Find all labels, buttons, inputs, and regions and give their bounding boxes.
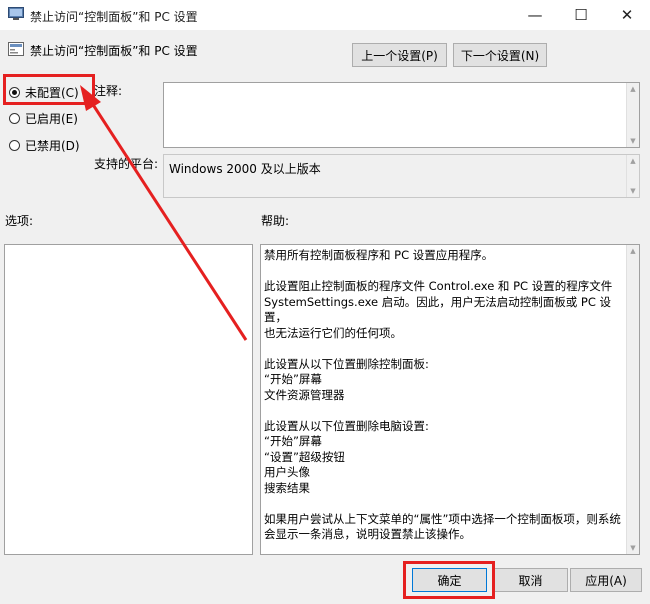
annotation-arrow [80, 85, 248, 341]
